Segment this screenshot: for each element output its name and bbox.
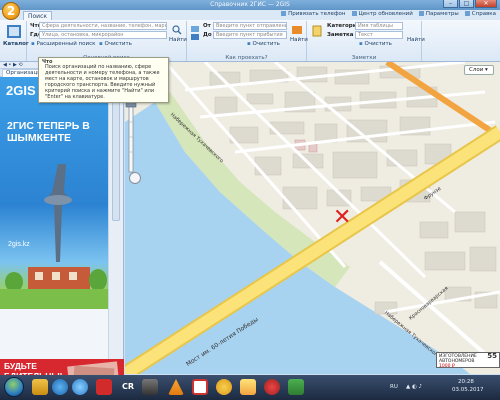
route-group: От Введите пункт отправления До Введите … xyxy=(187,21,308,61)
app-icon-red[interactable] xyxy=(96,379,112,395)
route-swap-icon[interactable] xyxy=(190,25,200,41)
window-title: Справочник 2ГИС — 2GIS xyxy=(210,1,290,8)
cr-app-icon[interactable]: CR xyxy=(120,379,136,395)
link-settings[interactable]: Параметры xyxy=(418,11,459,17)
search-tooltip: Что Поиск организаций по названию, сфере… xyxy=(38,57,169,103)
layers-button[interactable]: Слои ▾ xyxy=(464,65,494,75)
catalog-button[interactable]: Каталог xyxy=(3,41,29,47)
minimize-button[interactable]: – xyxy=(443,0,458,8)
phone-icon xyxy=(281,11,287,16)
link-bind-phone[interactable]: Привязать телефон xyxy=(281,11,346,17)
notes-group: Категория Имя таблицы Заметка Текст ▪ Оч… xyxy=(307,21,425,61)
compass-icon[interactable] xyxy=(129,172,141,184)
location-marker[interactable]: ✕ xyxy=(333,207,351,229)
clear-route-button[interactable]: ▪ Очистить xyxy=(247,41,280,47)
find-route-button[interactable]: Найти xyxy=(290,37,308,43)
map-canvas[interactable] xyxy=(125,62,500,374)
taskbar: CR RU ▲ ◐ ♪ 20:28 03.05.2017 xyxy=(0,375,500,400)
title-bar: Справочник 2ГИС — 2GIS – □ ✕ xyxy=(0,0,500,10)
search-icon[interactable] xyxy=(172,25,182,35)
ad-banner-2gis[interactable]: 2GIS 2ГИС ТЕПЕРЬ В ШЫМКЕНТЕ 2gis.kz xyxy=(0,77,108,309)
route-group-label: Как проехать? xyxy=(225,55,268,61)
find-notes-button[interactable]: Найти xyxy=(407,37,425,43)
window-controls: – □ ✕ xyxy=(443,0,497,8)
left-panel: ◀ • ▶ ⟲ Организации 2GIS 2ГИС ТЕПЕРЬ В Ш… xyxy=(0,62,124,387)
notes-group-label: Заметки xyxy=(351,55,377,61)
explorer-icon[interactable] xyxy=(32,379,48,395)
app-icon-yellow[interactable] xyxy=(216,379,232,395)
link-update-center[interactable]: Центр обновлений xyxy=(351,11,413,17)
2gis-taskbar-icon[interactable] xyxy=(240,379,256,395)
help-icon xyxy=(464,11,470,16)
where-input[interactable]: Улица, остановка, микрорайон xyxy=(39,31,167,39)
advanced-search-button[interactable]: ▪ Расширенный поиск xyxy=(31,41,95,47)
from-input[interactable]: Введите пункт отправления xyxy=(213,22,287,30)
ad-url: 2gis.kz xyxy=(8,241,30,248)
catalog-book-icon[interactable] xyxy=(5,24,23,40)
skype-icon[interactable] xyxy=(72,379,88,395)
opera-icon[interactable] xyxy=(192,379,208,395)
app-logo-icon[interactable]: 2 xyxy=(2,2,20,20)
clear-search-button[interactable]: ▪ Очистить xyxy=(99,41,132,47)
tooltip-heading: Что xyxy=(42,59,53,65)
ribbon-links: Привязать телефон Центр обновлений Парам… xyxy=(281,11,496,17)
start-button-icon[interactable] xyxy=(4,377,24,397)
to-input[interactable]: Введите пункт прибытия xyxy=(213,31,287,39)
ribbon: Каталог Что Сфера деятельности, название… xyxy=(0,20,500,62)
clock-date[interactable]: 03.05.2017 xyxy=(452,387,484,393)
gear-icon xyxy=(418,11,424,16)
lang-indicator[interactable]: RU xyxy=(390,384,398,390)
route-icon[interactable] xyxy=(291,25,303,35)
close-button[interactable]: ✕ xyxy=(475,0,497,8)
update-icon xyxy=(351,11,357,16)
ribbon-tabs: Поиск Привязать телефон Центр обновлений… xyxy=(0,10,500,20)
link-help[interactable]: Справка xyxy=(464,11,496,17)
note-label: Заметка xyxy=(327,32,354,38)
main-search-group: Что Сфера деятельности, название, телефо… xyxy=(27,21,187,61)
browser-icon[interactable] xyxy=(52,379,68,395)
clock-time[interactable]: 20:28 xyxy=(458,379,474,385)
to-label: До xyxy=(203,32,212,38)
category-input[interactable]: Имя таблицы xyxy=(355,22,403,30)
from-label: От xyxy=(203,23,211,29)
map-ad-number: 55 xyxy=(487,352,497,360)
ad-title: 2ГИС ТЕПЕРЬ В ШЫМКЕНТЕ xyxy=(7,120,90,144)
notes-icon[interactable] xyxy=(312,25,322,37)
app-icon-dark[interactable] xyxy=(142,379,158,395)
tray-icons[interactable]: ▲ ◐ ♪ xyxy=(406,384,422,390)
find-button[interactable]: Найти xyxy=(169,37,187,43)
system-tray: RU ▲ ◐ ♪ 20:28 03.05.2017 xyxy=(388,378,498,397)
app-icon-circle-red[interactable] xyxy=(264,379,280,395)
what-input[interactable]: Сфера деятельности, название, телефон, м… xyxy=(39,22,167,30)
tab-search[interactable]: Поиск xyxy=(23,11,53,20)
vlc-icon[interactable] xyxy=(168,379,184,395)
map-view[interactable]: ✕ Мост им. 60-летия Победы Набережная Ту… xyxy=(125,62,500,374)
tooltip-text: Поиск организаций по названию, сфере дея… xyxy=(45,64,160,100)
app-icon-green[interactable] xyxy=(288,379,304,395)
map-ad-box[interactable]: ИЗГОТОВЛЕНИЕ АВТОНОМЕРОВ 1000 ₽ 55 xyxy=(436,352,500,369)
left-scrollbar[interactable] xyxy=(108,77,123,360)
catalog-group: Каталог xyxy=(0,21,29,61)
ad-logo: 2GIS xyxy=(6,83,36,98)
clear-notes-button[interactable]: ▪ Очистить xyxy=(359,41,392,47)
maximize-button[interactable]: □ xyxy=(459,0,474,8)
note-input[interactable]: Текст xyxy=(355,31,403,39)
tower-illustration xyxy=(0,164,108,309)
map-ad-price: 1000 ₽ xyxy=(439,364,455,369)
